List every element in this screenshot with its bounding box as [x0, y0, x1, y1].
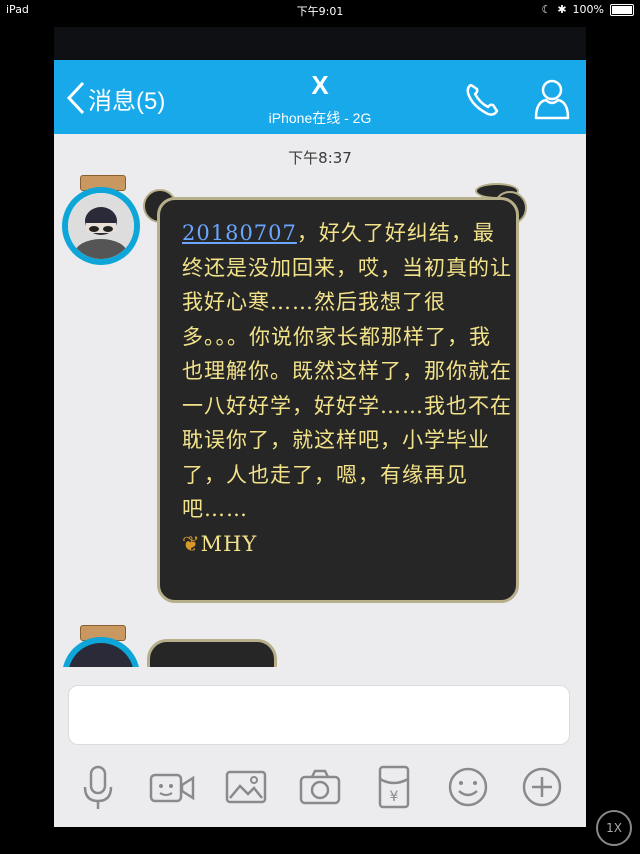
microphone-icon[interactable]	[74, 763, 122, 811]
battery-percent: 100%	[572, 3, 604, 16]
camera-icon[interactable]	[296, 763, 344, 811]
message-input[interactable]	[68, 685, 570, 745]
avatar[interactable]	[62, 175, 142, 271]
chat-title: X	[311, 70, 329, 100]
bluetooth-icon: ✱	[557, 3, 567, 16]
message-text: ，好久了好纠结，最终还是没加回来，哎，当初真的让我好心寒……然后我想了很多。。。…	[182, 221, 512, 521]
zoom-1x-button[interactable]: 1X	[596, 810, 632, 846]
message-signature: MHY	[200, 531, 258, 556]
leaf-icon: ❦	[182, 531, 201, 556]
battery-icon	[610, 3, 634, 16]
chat-window: 消息(5) X iPhone在线 - 2G 下午8:37 20180707，好久…	[54, 27, 586, 827]
nav-bar: 消息(5) X iPhone在线 - 2G	[54, 60, 586, 134]
red-packet-icon[interactable]: ¥	[370, 763, 418, 811]
avatar-face-icon	[68, 193, 134, 259]
toolbar: ¥	[54, 763, 586, 823]
status-right: ☾ ✱ 100%	[541, 3, 634, 16]
video-icon[interactable]	[148, 763, 196, 811]
image-icon[interactable]	[222, 763, 270, 811]
phone-icon[interactable]	[462, 80, 502, 120]
avatar-photo	[68, 193, 134, 259]
profile-icon[interactable]	[532, 76, 572, 120]
message-text-block: 20180707，好久了好纠结，最终还是没加回来，哎，当初真的让我好心寒……然后…	[182, 216, 512, 561]
svg-text:¥: ¥	[390, 789, 399, 805]
top-strip	[54, 27, 586, 60]
message-timestamp: 下午8:37	[288, 149, 352, 167]
plus-icon[interactable]	[518, 763, 566, 811]
message-link[interactable]: 20180707	[182, 221, 297, 245]
status-bar: iPad 下午9:01 ☾ ✱ 100%	[0, 0, 640, 20]
input-bar: ¥	[54, 667, 586, 827]
moon-icon: ☾	[541, 3, 552, 16]
emoji-icon[interactable]	[444, 763, 492, 811]
bubble-body: 20180707，好久了好纠结，最终还是没加回来，哎，当初真的让我好心寒……然后…	[157, 197, 519, 603]
message-bubble[interactable]: 20180707，好久了好纠结，最终还是没加回来，哎，当初真的让我好心寒……然后…	[143, 183, 527, 607]
chat-subtitle: iPhone在线 - 2G	[268, 110, 372, 126]
